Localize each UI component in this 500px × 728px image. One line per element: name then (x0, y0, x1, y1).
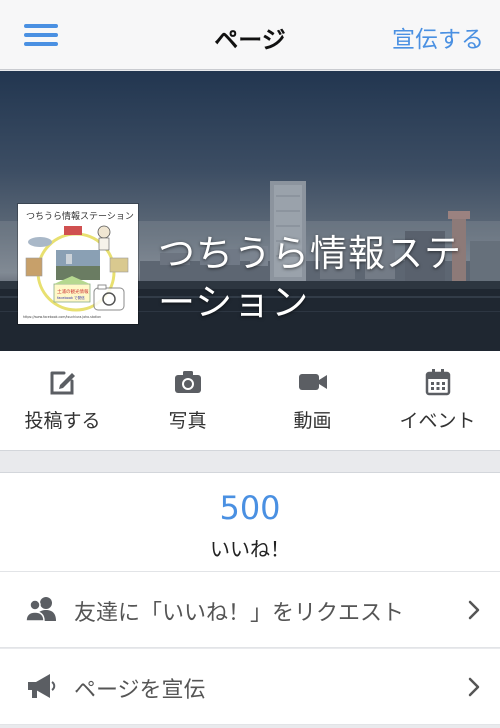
likes-label: いいね！ (210, 537, 290, 561)
profile-picture[interactable]: つちうら情報ステーション 土浦の観光情報 facebook で発信 https:… (18, 204, 138, 324)
post-label: 投稿する (24, 410, 101, 432)
photo-button[interactable]: 写真 (125, 351, 250, 450)
megaphone-icon (28, 674, 56, 698)
logo-title-text: つちうら情報ステーション (26, 210, 134, 222)
invite-friends-row[interactable]: 友達に「いいね！」をリクエスト (0, 572, 500, 648)
event-button[interactable]: イベント (375, 351, 500, 450)
post-button[interactable]: 投稿する (0, 351, 125, 450)
logo-badge-text: 土浦の観光情報 (57, 288, 89, 295)
photo-label: 写真 (168, 410, 207, 432)
navigation-bar: ページ 宣伝する (0, 0, 500, 70)
cover-photo[interactable]: つちうら情報ステーション 土浦の観光情報 facebook で発信 https:… (0, 71, 500, 351)
facebook-page-screen: ページ 宣伝する つちうら情報ステーション 土浦の観光情報 facebook で… (0, 0, 500, 728)
camera-icon (174, 371, 201, 393)
promote-button[interactable]: 宣伝する (392, 20, 484, 54)
likes-section[interactable]: 500 いいね！ (0, 472, 500, 572)
page-actions-bar: 投稿する 写真 動画 イベント (0, 351, 500, 451)
event-label: イベント (399, 410, 476, 432)
chevron-right-icon (468, 677, 480, 697)
page-logo-image: つちうら情報ステーション 土浦の観光情報 facebook で発信 https:… (20, 206, 136, 322)
logo-footer-text: https://www.facebook.com/tsuchiura.joho.… (23, 315, 101, 319)
promote-page-row[interactable]: ページを宣伝 (0, 649, 500, 725)
chevron-right-icon (468, 600, 480, 620)
logo-badge-sub-text: facebook で発信 (57, 295, 85, 300)
likes-count: 500 (219, 489, 281, 527)
invite-friends-label: 友達に「いいね！」をリクエスト (74, 601, 405, 626)
friends-icon (25, 597, 56, 622)
video-label: 動画 (293, 410, 332, 432)
compose-icon (50, 371, 75, 395)
video-camera-icon (298, 374, 327, 390)
calendar-icon (425, 369, 450, 396)
promote-page-label: ページを宣伝 (74, 678, 206, 703)
video-button[interactable]: 動画 (250, 351, 375, 450)
page-name: つちうら情報ステーション (158, 232, 462, 324)
